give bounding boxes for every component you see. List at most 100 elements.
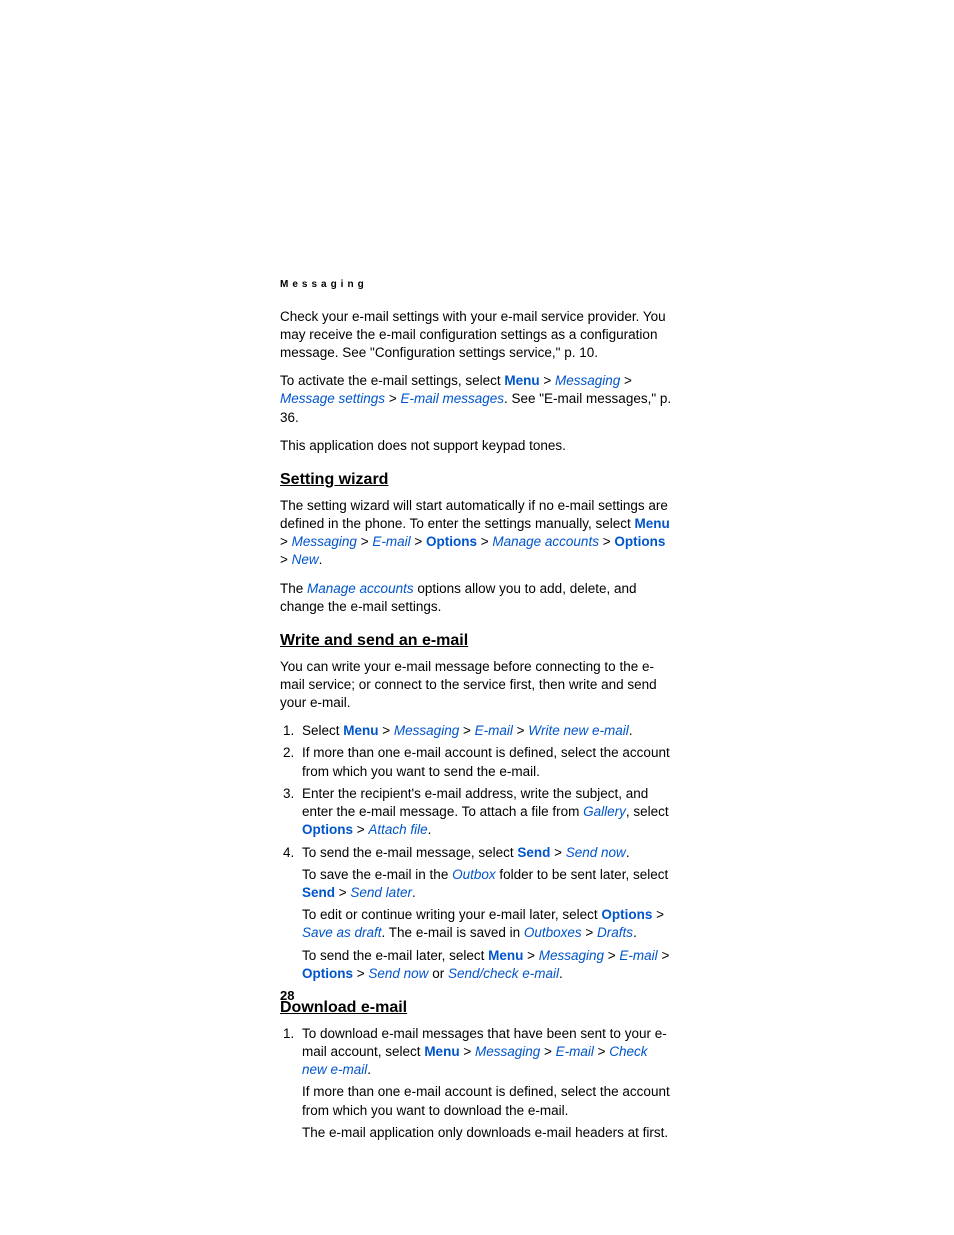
messaging-link[interactable]: Messaging — [475, 1044, 540, 1059]
list-item: To download e-mail messages that have be… — [298, 1025, 674, 1142]
gallery-link[interactable]: Gallery — [583, 804, 626, 819]
write-new-email-link[interactable]: Write new e-mail — [528, 723, 629, 738]
text: . The e-mail is saved in — [382, 925, 524, 940]
write-send-heading: Write and send an e-mail — [280, 630, 674, 652]
sep: > — [513, 723, 528, 738]
sep: > — [523, 948, 538, 963]
sep: > — [550, 845, 565, 860]
setting-wizard-heading: Setting wizard — [280, 469, 674, 491]
sep: > — [357, 534, 372, 549]
setting-wizard-p1: The setting wizard will start automatica… — [280, 497, 674, 570]
text: To send the e-mail later, select — [302, 948, 488, 963]
sub-paragraph: The e-mail application only downloads e-… — [302, 1124, 674, 1142]
text: . — [319, 552, 323, 567]
write-send-intro: You can write your e-mail message before… — [280, 658, 674, 713]
email-link[interactable]: E-mail — [556, 1044, 594, 1059]
menu-link[interactable]: Menu — [343, 723, 378, 738]
setting-wizard-p2: The Manage accounts options allow you to… — [280, 580, 674, 616]
sep: > — [379, 723, 394, 738]
sep: > — [658, 948, 670, 963]
text: . — [428, 822, 432, 837]
menu-link[interactable]: Menu — [504, 373, 539, 388]
text: . — [633, 925, 637, 940]
menu-link[interactable]: Menu — [424, 1044, 459, 1059]
list-item: Enter the recipient's e-mail address, wr… — [298, 785, 674, 840]
text: . — [412, 885, 416, 900]
intro-paragraph-2: To activate the e-mail settings, select … — [280, 372, 674, 427]
text: To save the e-mail in the — [302, 867, 452, 882]
drafts-link[interactable]: Drafts — [597, 925, 633, 940]
sep: > — [335, 885, 350, 900]
sep: > — [620, 373, 632, 388]
options-link[interactable]: Options — [614, 534, 665, 549]
text: The setting wizard will start automatica… — [280, 498, 668, 531]
messaging-link[interactable]: Messaging — [539, 948, 604, 963]
sep: > — [599, 534, 614, 549]
send-now-link[interactable]: Send now — [566, 845, 626, 860]
manage-accounts-link[interactable]: Manage accounts — [492, 534, 599, 549]
save-as-draft-link[interactable]: Save as draft — [302, 925, 382, 940]
text: Select — [302, 723, 343, 738]
email-messages-link[interactable]: E-mail messages — [400, 391, 504, 406]
list-item: Select Menu > Messaging > E-mail > Write… — [298, 722, 674, 740]
options-link[interactable]: Options — [426, 534, 477, 549]
text: or — [428, 966, 448, 981]
attach-file-link[interactable]: Attach file — [368, 822, 427, 837]
messaging-link[interactable]: Messaging — [292, 534, 357, 549]
text: To edit or continue writing your e-mail … — [302, 907, 601, 922]
options-link[interactable]: Options — [302, 966, 353, 981]
new-link[interactable]: New — [292, 552, 319, 567]
send-later-link[interactable]: Send later — [350, 885, 412, 900]
text: , select — [626, 804, 669, 819]
sep: > — [411, 534, 426, 549]
sep: > — [353, 966, 368, 981]
outbox-link[interactable]: Outbox — [452, 867, 496, 882]
menu-link[interactable]: Menu — [488, 948, 523, 963]
sep: > — [280, 552, 292, 567]
download-email-list: To download e-mail messages that have be… — [280, 1025, 674, 1142]
options-link[interactable]: Options — [601, 907, 652, 922]
list-item: To send the e-mail message, select Send … — [298, 844, 674, 984]
sep: > — [582, 925, 597, 940]
sep: > — [280, 534, 292, 549]
sep: > — [477, 534, 492, 549]
email-link[interactable]: E-mail — [372, 534, 410, 549]
intro-paragraph-1: Check your e-mail settings with your e-m… — [280, 308, 674, 363]
sub-paragraph: If more than one e-mail account is defin… — [302, 1083, 674, 1119]
document-page: Messaging Check your e-mail settings wit… — [0, 0, 954, 1235]
text: To send the e-mail message, select — [302, 845, 517, 860]
sep: > — [459, 723, 474, 738]
send-check-email-link[interactable]: Send/check e-mail — [448, 966, 559, 981]
outboxes-link[interactable]: Outboxes — [524, 925, 582, 940]
text: folder to be sent later, select — [496, 867, 669, 882]
send-link[interactable]: Send — [302, 885, 335, 900]
messaging-link[interactable]: Messaging — [394, 723, 459, 738]
send-now-link[interactable]: Send now — [368, 966, 428, 981]
messaging-link[interactable]: Messaging — [555, 373, 620, 388]
email-link[interactable]: E-mail — [619, 948, 657, 963]
manage-accounts-link[interactable]: Manage accounts — [307, 581, 414, 596]
options-link[interactable]: Options — [302, 822, 353, 837]
text: . — [629, 723, 633, 738]
email-link[interactable]: E-mail — [475, 723, 513, 738]
download-email-heading: Download e-mail — [280, 997, 674, 1019]
write-send-list: Select Menu > Messaging > E-mail > Write… — [280, 722, 674, 983]
sep: > — [353, 822, 368, 837]
sub-paragraph: To save the e-mail in the Outbox folder … — [302, 866, 674, 902]
sub-paragraph: To edit or continue writing your e-mail … — [302, 906, 674, 942]
sep: > — [460, 1044, 475, 1059]
section-header: Messaging — [280, 278, 674, 292]
send-link[interactable]: Send — [517, 845, 550, 860]
menu-link[interactable]: Menu — [634, 516, 669, 531]
sep: > — [652, 907, 664, 922]
sep: > — [385, 391, 400, 406]
sep: > — [604, 948, 619, 963]
text: . — [367, 1062, 371, 1077]
intro-paragraph-3: This application does not support keypad… — [280, 437, 674, 455]
page-number: 28 — [280, 987, 294, 1005]
text: To activate the e-mail settings, select — [280, 373, 504, 388]
message-settings-link[interactable]: Message settings — [280, 391, 385, 406]
text: . — [559, 966, 563, 981]
sep: > — [540, 373, 555, 388]
sub-paragraph: To send the e-mail later, select Menu > … — [302, 947, 674, 983]
